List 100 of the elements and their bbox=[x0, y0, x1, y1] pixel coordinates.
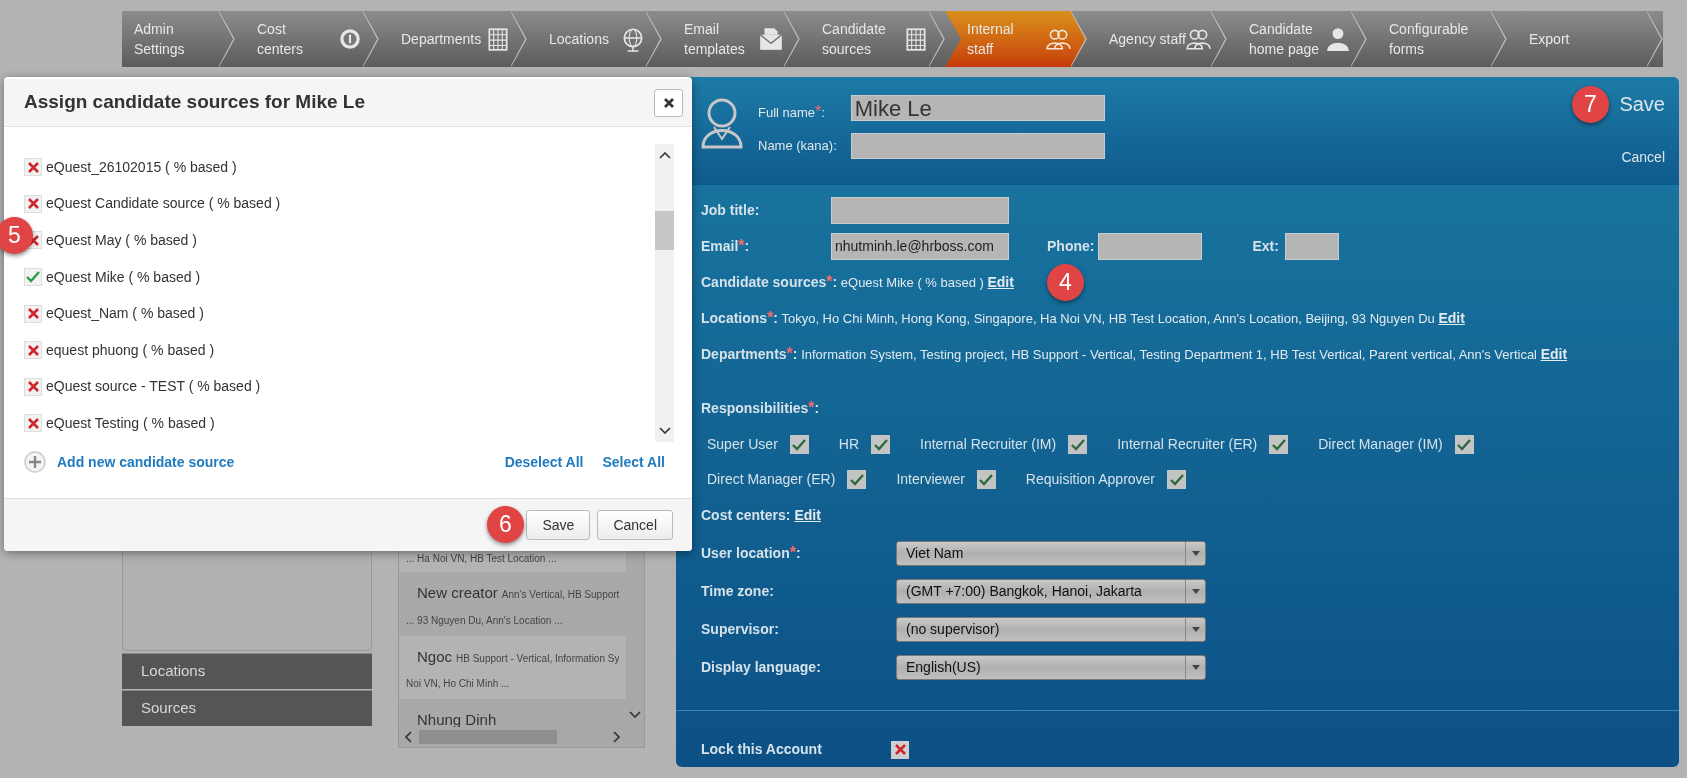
field-value: eQuest Mike ( % based ) bbox=[840, 275, 984, 290]
tick-icon[interactable] bbox=[24, 268, 42, 287]
field-label: Display language: bbox=[701, 657, 822, 677]
vertical-scrollbar[interactable] bbox=[655, 144, 674, 442]
source-label: eQuest May ( % based ) bbox=[46, 231, 197, 250]
dropdown[interactable]: (GMT +7:00) Bangkok, Hanoi, Jakarta bbox=[896, 578, 1206, 604]
dropdown[interactable]: English(US) bbox=[896, 654, 1206, 680]
coin-icon bbox=[337, 26, 363, 52]
checkbox[interactable] bbox=[789, 435, 809, 454]
add-source-link[interactable]: Add new candidate source bbox=[57, 451, 235, 473]
staff-name: New creator bbox=[417, 583, 498, 603]
cross-icon[interactable] bbox=[24, 158, 42, 177]
building-icon bbox=[485, 26, 511, 52]
staff-name: Ngoc bbox=[417, 646, 453, 667]
checkbox[interactable] bbox=[1167, 470, 1187, 489]
select-all-link[interactable]: Select All bbox=[602, 451, 665, 473]
sidebar-item[interactable]: Locations bbox=[122, 653, 372, 689]
staff-details: Noi VN, Ho Chi Minh ... bbox=[406, 677, 511, 691]
dialog-title: Assign candidate sources for Mike Le bbox=[24, 90, 366, 115]
chevron-divider bbox=[363, 11, 379, 67]
chevron-divider bbox=[1491, 11, 1507, 67]
scroll-up-icon bbox=[658, 152, 671, 159]
cross-icon[interactable] bbox=[24, 377, 42, 396]
phone-field[interactable] bbox=[1098, 232, 1203, 260]
close-button[interactable] bbox=[654, 88, 683, 117]
chevron-divider bbox=[929, 11, 945, 67]
field-label: Phone: bbox=[1047, 236, 1095, 256]
chevron-divider bbox=[1351, 11, 1367, 67]
checkbox-label: Internal Recruiter (IM) bbox=[920, 435, 1057, 454]
edit-link[interactable]: Edit bbox=[1438, 310, 1465, 326]
checkbox-label: Requisition Approver bbox=[1025, 470, 1156, 489]
kana-field[interactable] bbox=[850, 133, 1105, 159]
field-label: User location*: bbox=[701, 543, 802, 563]
source-label: eQuest Candidate source ( % based ) bbox=[46, 194, 281, 214]
checkbox-label: Super User bbox=[707, 435, 778, 454]
envelope-icon bbox=[758, 26, 784, 52]
edit-link[interactable]: Edit bbox=[794, 505, 821, 526]
scrollbar-thumb[interactable] bbox=[655, 211, 674, 250]
source-label: eQuest Mike ( % based ) bbox=[46, 267, 201, 287]
horizontal-scrollbar[interactable] bbox=[399, 727, 626, 747]
field-value: Information System, Testing project, HB Support - Vertical, Testing Department 1, HB Test Vertical, Parent vertical, Ann's Vertical bbox=[801, 347, 1537, 362]
field-label: Ext: bbox=[1252, 236, 1279, 256]
field-label: Time zone: bbox=[701, 581, 775, 601]
field-label: Email*: bbox=[701, 236, 751, 256]
scroll-right-icon[interactable] bbox=[612, 731, 620, 743]
checkbox[interactable] bbox=[1269, 435, 1289, 454]
checkbox[interactable] bbox=[847, 470, 867, 489]
chevron-divider bbox=[784, 11, 800, 67]
caret-icon bbox=[1191, 664, 1200, 670]
cancel-button[interactable]: Cancel bbox=[597, 510, 673, 540]
checkbox-label: Direct Manager (IM) bbox=[1318, 435, 1443, 454]
job-title-field[interactable] bbox=[831, 196, 1009, 224]
source-label: equest phuong ( % based ) bbox=[46, 340, 215, 360]
checkbox[interactable] bbox=[871, 435, 891, 454]
dropdown[interactable]: Viet Nam bbox=[896, 540, 1206, 566]
field-label: Job title: bbox=[701, 200, 761, 220]
scrollbar-thumb[interactable] bbox=[419, 730, 557, 744]
staff-details: Ann's Vertical, HB Support bbox=[501, 588, 619, 602]
cross-icon[interactable] bbox=[891, 740, 909, 759]
cross-icon[interactable] bbox=[24, 414, 42, 433]
chevron-divider bbox=[1211, 11, 1227, 67]
field-label: Candidate sources*: bbox=[701, 274, 838, 290]
cancel-button[interactable]: Cancel bbox=[1621, 147, 1665, 168]
checkbox[interactable] bbox=[1068, 435, 1088, 454]
checkbox-label: Direct Manager (ER) bbox=[707, 470, 836, 489]
chevron-divider bbox=[219, 11, 235, 67]
save-button[interactable]: Save bbox=[1619, 89, 1665, 119]
staff-details: HB Support - Vertical, Information Sy bbox=[456, 651, 619, 666]
scroll-down-icon[interactable] bbox=[629, 711, 641, 719]
checkbox[interactable] bbox=[1454, 435, 1474, 454]
staff-details: ... 93 Nguyen Du, Ann's Location ... bbox=[406, 613, 564, 628]
list-row[interactable]: New creator Ann's Vertical, HB Support ... 93 Nguyen Du, Ann's Location ... bbox=[399, 572, 626, 636]
name-field[interactable]: Mike Le bbox=[850, 95, 1105, 121]
chevron-divider bbox=[646, 11, 662, 67]
field-label: Full name*: bbox=[758, 104, 826, 121]
checkbox-label: Interviewer bbox=[896, 470, 965, 489]
ext-field[interactable] bbox=[1284, 232, 1339, 260]
sidebar-item[interactable]: Sources bbox=[122, 690, 372, 726]
deselect-all-link[interactable]: Deselect All bbox=[504, 451, 584, 473]
nav-tab[interactable]: Internal staff bbox=[945, 11, 1087, 67]
close-icon bbox=[662, 96, 675, 109]
source-label: eQuest Testing ( % based ) bbox=[46, 413, 215, 433]
checkbox[interactable] bbox=[976, 470, 996, 489]
dropdown[interactable]: (no supervisor) bbox=[896, 616, 1206, 642]
edit-link[interactable]: Edit bbox=[1540, 346, 1568, 362]
edit-link[interactable]: Edit bbox=[987, 274, 1014, 290]
email-field[interactable]: nhutminh.le@hrboss.com bbox=[831, 232, 1009, 260]
save-button[interactable]: Save bbox=[526, 510, 591, 540]
checkbox-label: HR bbox=[838, 435, 860, 454]
caret-icon bbox=[1191, 550, 1200, 556]
cross-icon[interactable] bbox=[24, 304, 42, 323]
caret-icon bbox=[1191, 588, 1200, 594]
cross-icon[interactable] bbox=[24, 341, 42, 360]
field-label: Cost centers: bbox=[701, 506, 791, 525]
cross-icon[interactable] bbox=[24, 194, 42, 213]
field-label: Name (kana): bbox=[758, 138, 837, 154]
field-label: Locations*: bbox=[701, 310, 779, 326]
staff-details: ... Ha Noi VN, HB Test Location ... bbox=[406, 552, 558, 566]
scroll-left-icon[interactable] bbox=[405, 731, 413, 743]
source-label: eQuest_26102015 ( % based ) bbox=[46, 157, 237, 177]
